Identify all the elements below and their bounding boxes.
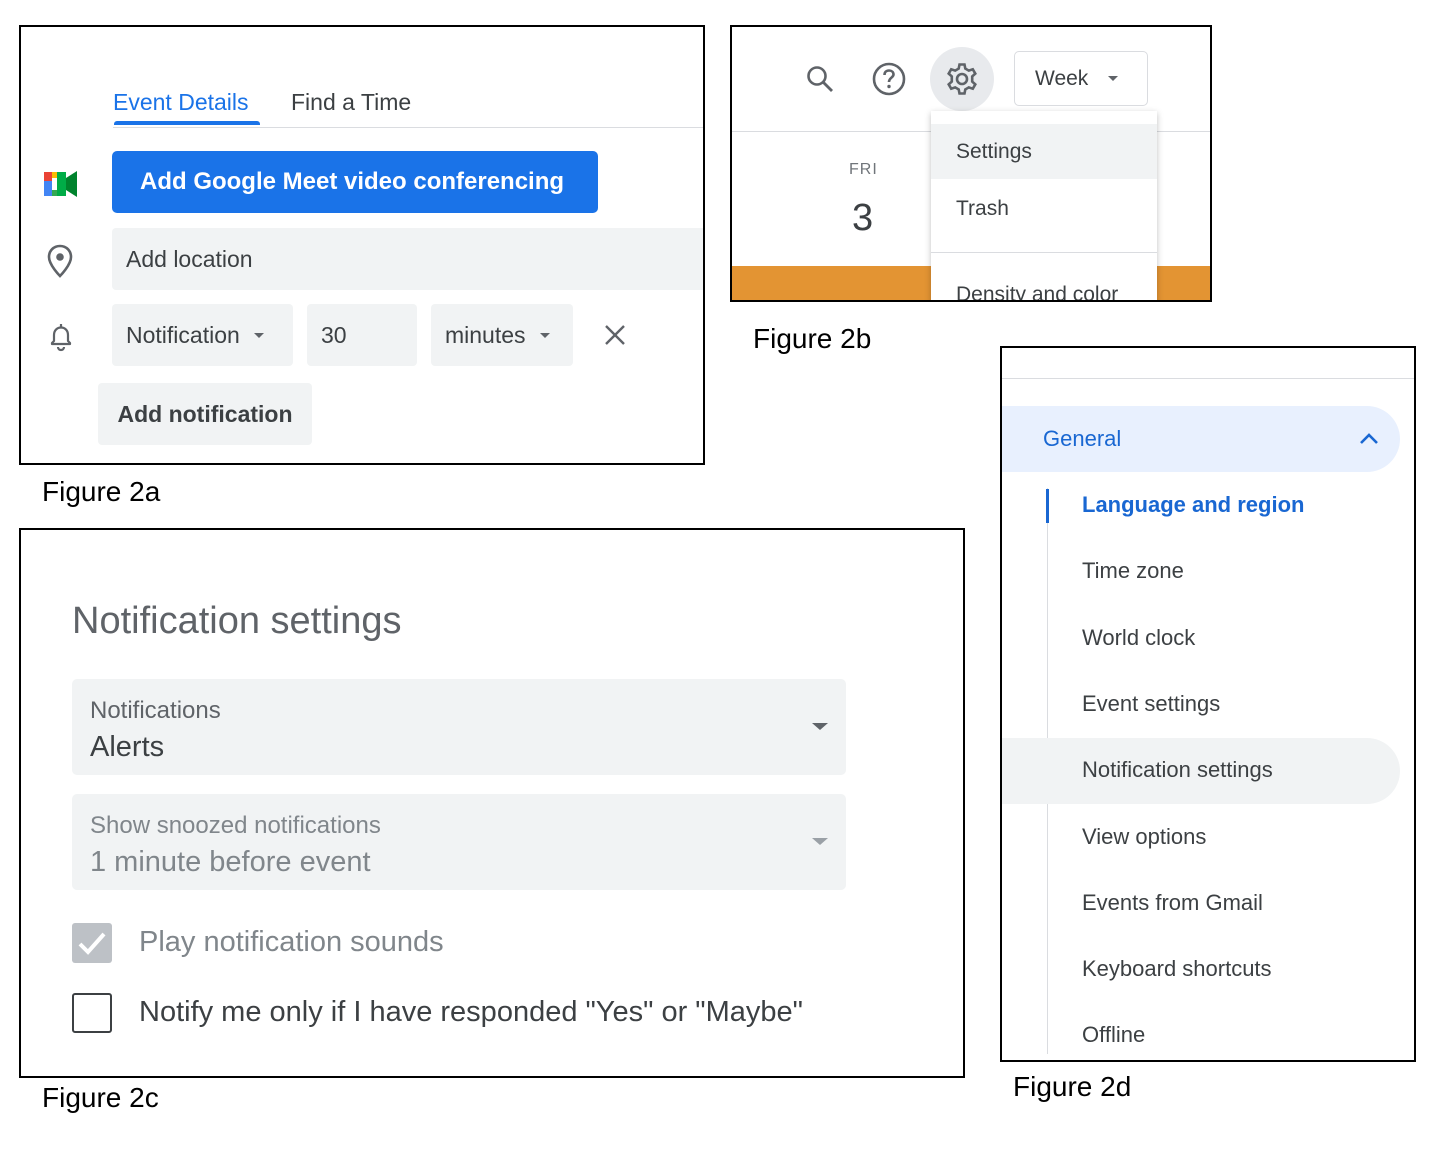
notification-amount-input[interactable]: 30 (307, 304, 417, 366)
add-notification-button[interactable]: Add notification (98, 383, 312, 445)
section-general[interactable]: General (1002, 406, 1400, 472)
top-divider (1002, 378, 1414, 379)
figure-2c-panel: Notification settings Notifications Aler… (19, 528, 965, 1078)
figure-2c-caption: Figure 2c (42, 1082, 159, 1113)
play-sounds-label: Play notification sounds (139, 926, 444, 958)
view-selector-value: Week (1035, 66, 1089, 90)
google-meet-icon (43, 170, 79, 198)
dropdown-caret-icon (812, 838, 828, 845)
tab-find-a-time[interactable]: Find a Time (291, 89, 411, 116)
snoozed-notifications-select[interactable]: Show snoozed notifications 1 minute befo… (72, 794, 846, 890)
notification-amount-value: 30 (321, 321, 347, 348)
figure-2b-panel: Week FRI 3 Settings Trash Density and co… (730, 25, 1212, 302)
search-icon[interactable] (802, 61, 838, 97)
active-item-indicator (1046, 489, 1049, 523)
add-google-meet-button[interactable]: Add Google Meet video conferencing (112, 151, 598, 213)
location-placeholder: Add location (126, 245, 253, 272)
nav-item-time-zone[interactable]: Time zone (1082, 558, 1184, 584)
chevron-up-icon (1358, 430, 1380, 451)
menu-item-density-and-color[interactable]: Density and color (931, 267, 1157, 302)
active-tab-indicator (114, 121, 260, 125)
play-sounds-checkbox[interactable] (72, 923, 112, 963)
nav-item-offline[interactable]: Offline (1082, 1022, 1145, 1048)
menu-item-density-label: Density and color (956, 282, 1119, 302)
dropdown-caret-icon (539, 332, 550, 338)
dropdown-caret-icon (1108, 76, 1119, 81)
notification-unit-select[interactable]: minutes (431, 304, 573, 366)
notifications-select-label: Notifications (90, 697, 221, 724)
location-pin-icon (47, 244, 73, 283)
nav-item-world-clock[interactable]: World clock (1082, 625, 1195, 651)
menu-item-settings-label: Settings (956, 139, 1032, 163)
figure-2b-caption: Figure 2b (753, 323, 872, 354)
figure-2a-panel: Event Details Find a Time Add Google Mee… (19, 25, 705, 465)
notification-type-value: Notification (126, 321, 240, 348)
close-icon[interactable] (603, 323, 627, 352)
figure-2d-panel: General Language and region Time zone Wo… (1000, 346, 1416, 1062)
menu-item-trash-label: Trash (956, 196, 1009, 220)
tab-event-details[interactable]: Event Details (113, 89, 249, 116)
nav-item-notification-settings[interactable]: Notification settings (1082, 757, 1273, 783)
menu-item-trash[interactable]: Trash (931, 181, 1157, 236)
notify-responded-label: Notify me only if I have responded "Yes"… (139, 996, 803, 1028)
nav-item-keyboard-shortcuts[interactable]: Keyboard shortcuts (1082, 956, 1272, 982)
notification-settings-title: Notification settings (72, 600, 402, 642)
notification-type-select[interactable]: Notification (112, 304, 293, 366)
figure-2a-caption: Figure 2a (42, 476, 161, 507)
snoozed-select-label: Show snoozed notifications (90, 812, 381, 839)
snoozed-select-value: 1 minute before event (90, 846, 371, 878)
nav-item-event-settings[interactable]: Event settings (1082, 691, 1220, 717)
notifications-select-value: Alerts (90, 731, 165, 763)
nav-item-view-options[interactable]: View options (1082, 824, 1206, 850)
settings-gear-icon[interactable] (930, 47, 994, 111)
notification-unit-value: minutes (445, 321, 526, 348)
view-selector-button[interactable]: Week (1014, 51, 1148, 106)
notifications-select[interactable]: Notifications Alerts (72, 679, 846, 775)
nav-item-events-from-gmail[interactable]: Events from Gmail (1082, 890, 1263, 916)
dropdown-caret-icon (812, 723, 828, 730)
section-general-label: General (1043, 426, 1122, 451)
notify-responded-checkbox[interactable] (72, 993, 112, 1033)
checkmark-icon (78, 932, 106, 955)
figure-2d-caption: Figure 2d (1013, 1071, 1132, 1102)
tab-divider (113, 127, 703, 128)
settings-menu: Settings Trash Density and color (931, 111, 1157, 302)
dropdown-caret-icon (253, 332, 264, 338)
menu-item-settings[interactable]: Settings (931, 124, 1157, 179)
location-input[interactable]: Add location (112, 228, 703, 290)
nav-item-language-and-region[interactable]: Language and region (1082, 492, 1304, 518)
bell-icon (47, 322, 75, 357)
help-icon[interactable] (870, 60, 908, 98)
menu-divider (931, 252, 1157, 253)
day-date-number[interactable]: 3 (852, 197, 873, 240)
day-weekday-label: FRI (849, 161, 878, 178)
